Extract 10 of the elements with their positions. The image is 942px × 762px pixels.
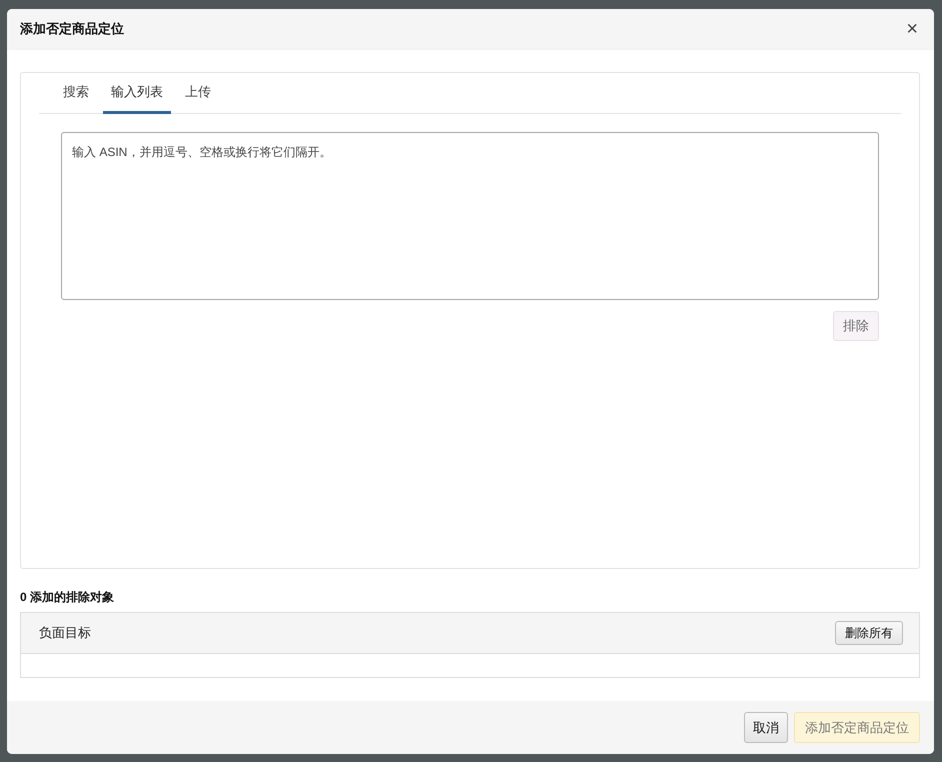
tab[interactable]: 输入列表 bbox=[103, 73, 171, 114]
asin-input-field[interactable]: 输入 ASIN，并用逗号、空格或换行将它们隔开。 bbox=[61, 132, 879, 300]
cancel-button[interactable]: 取消 bbox=[744, 712, 788, 744]
remove-all-button[interactable]: 删除所有 bbox=[835, 621, 903, 646]
close-button[interactable]: × bbox=[902, 19, 922, 40]
added-count-label: 0 添加的排除对象 bbox=[20, 589, 116, 606]
column-header: 负面目标 bbox=[39, 624, 91, 642]
dialog-title: 添加否定商品定位 bbox=[20, 20, 124, 38]
tab[interactable]: 上传 bbox=[177, 73, 219, 114]
tab[interactable]: 搜索 bbox=[55, 73, 97, 114]
